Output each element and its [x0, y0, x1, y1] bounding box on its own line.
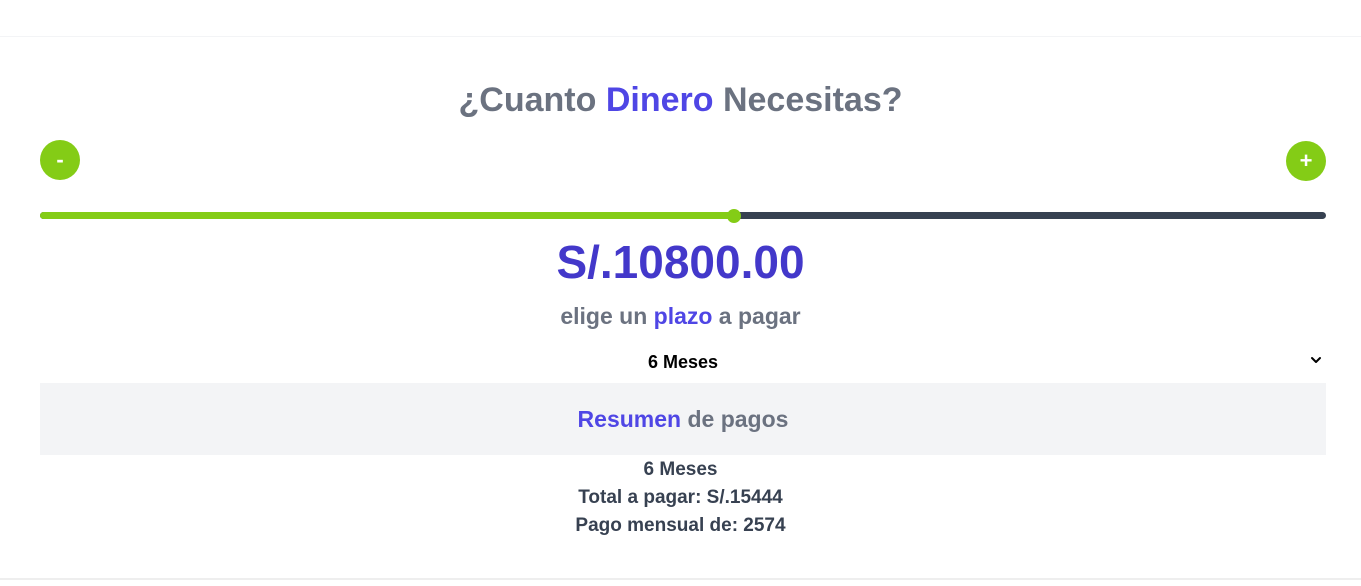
top-header-strip [0, 0, 1361, 37]
page-title: ¿Cuanto Dinero Necesitas? [0, 78, 1361, 122]
loan-amount: S/.10800.00 [556, 236, 805, 288]
term-prompt: elige un plazo a pagar [0, 300, 1361, 332]
title-part2: Necesitas? [713, 81, 903, 119]
slider-thumb[interactable] [727, 208, 742, 223]
term-select-value: 6 Meses [647, 352, 719, 372]
term-prompt-accent: plazo [653, 303, 713, 329]
summary-title: Resumen de pagos [40, 403, 1326, 435]
term-select[interactable]: 6 Meses [40, 346, 1326, 378]
slider-fill [40, 212, 735, 219]
title-accent: Dinero [605, 81, 714, 119]
bottom-divider [0, 578, 1361, 580]
summary-title-accent: Resumen [577, 406, 682, 432]
increase-amount-button[interactable]: + [1286, 141, 1326, 181]
chevron-down-icon [1306, 346, 1326, 378]
summary-header: Resumen de pagos [40, 383, 1326, 455]
term-prompt-part1: elige un [560, 303, 654, 329]
summary-title-rest: de pagos [681, 406, 789, 432]
title-part1: ¿Cuanto [458, 81, 606, 119]
summary-details: 6 Meses Total a pagar: S/.15444 Pago men… [0, 456, 1361, 540]
summary-monthly: Pago mensual de: 2574 [575, 515, 786, 536]
summary-months: 6 Meses [643, 459, 718, 480]
decrease-amount-button[interactable]: - [40, 140, 80, 180]
term-prompt-part2: a pagar [712, 303, 801, 329]
amount-slider[interactable] [40, 208, 1326, 223]
summary-total: Total a pagar: S/.15444 [578, 487, 783, 508]
